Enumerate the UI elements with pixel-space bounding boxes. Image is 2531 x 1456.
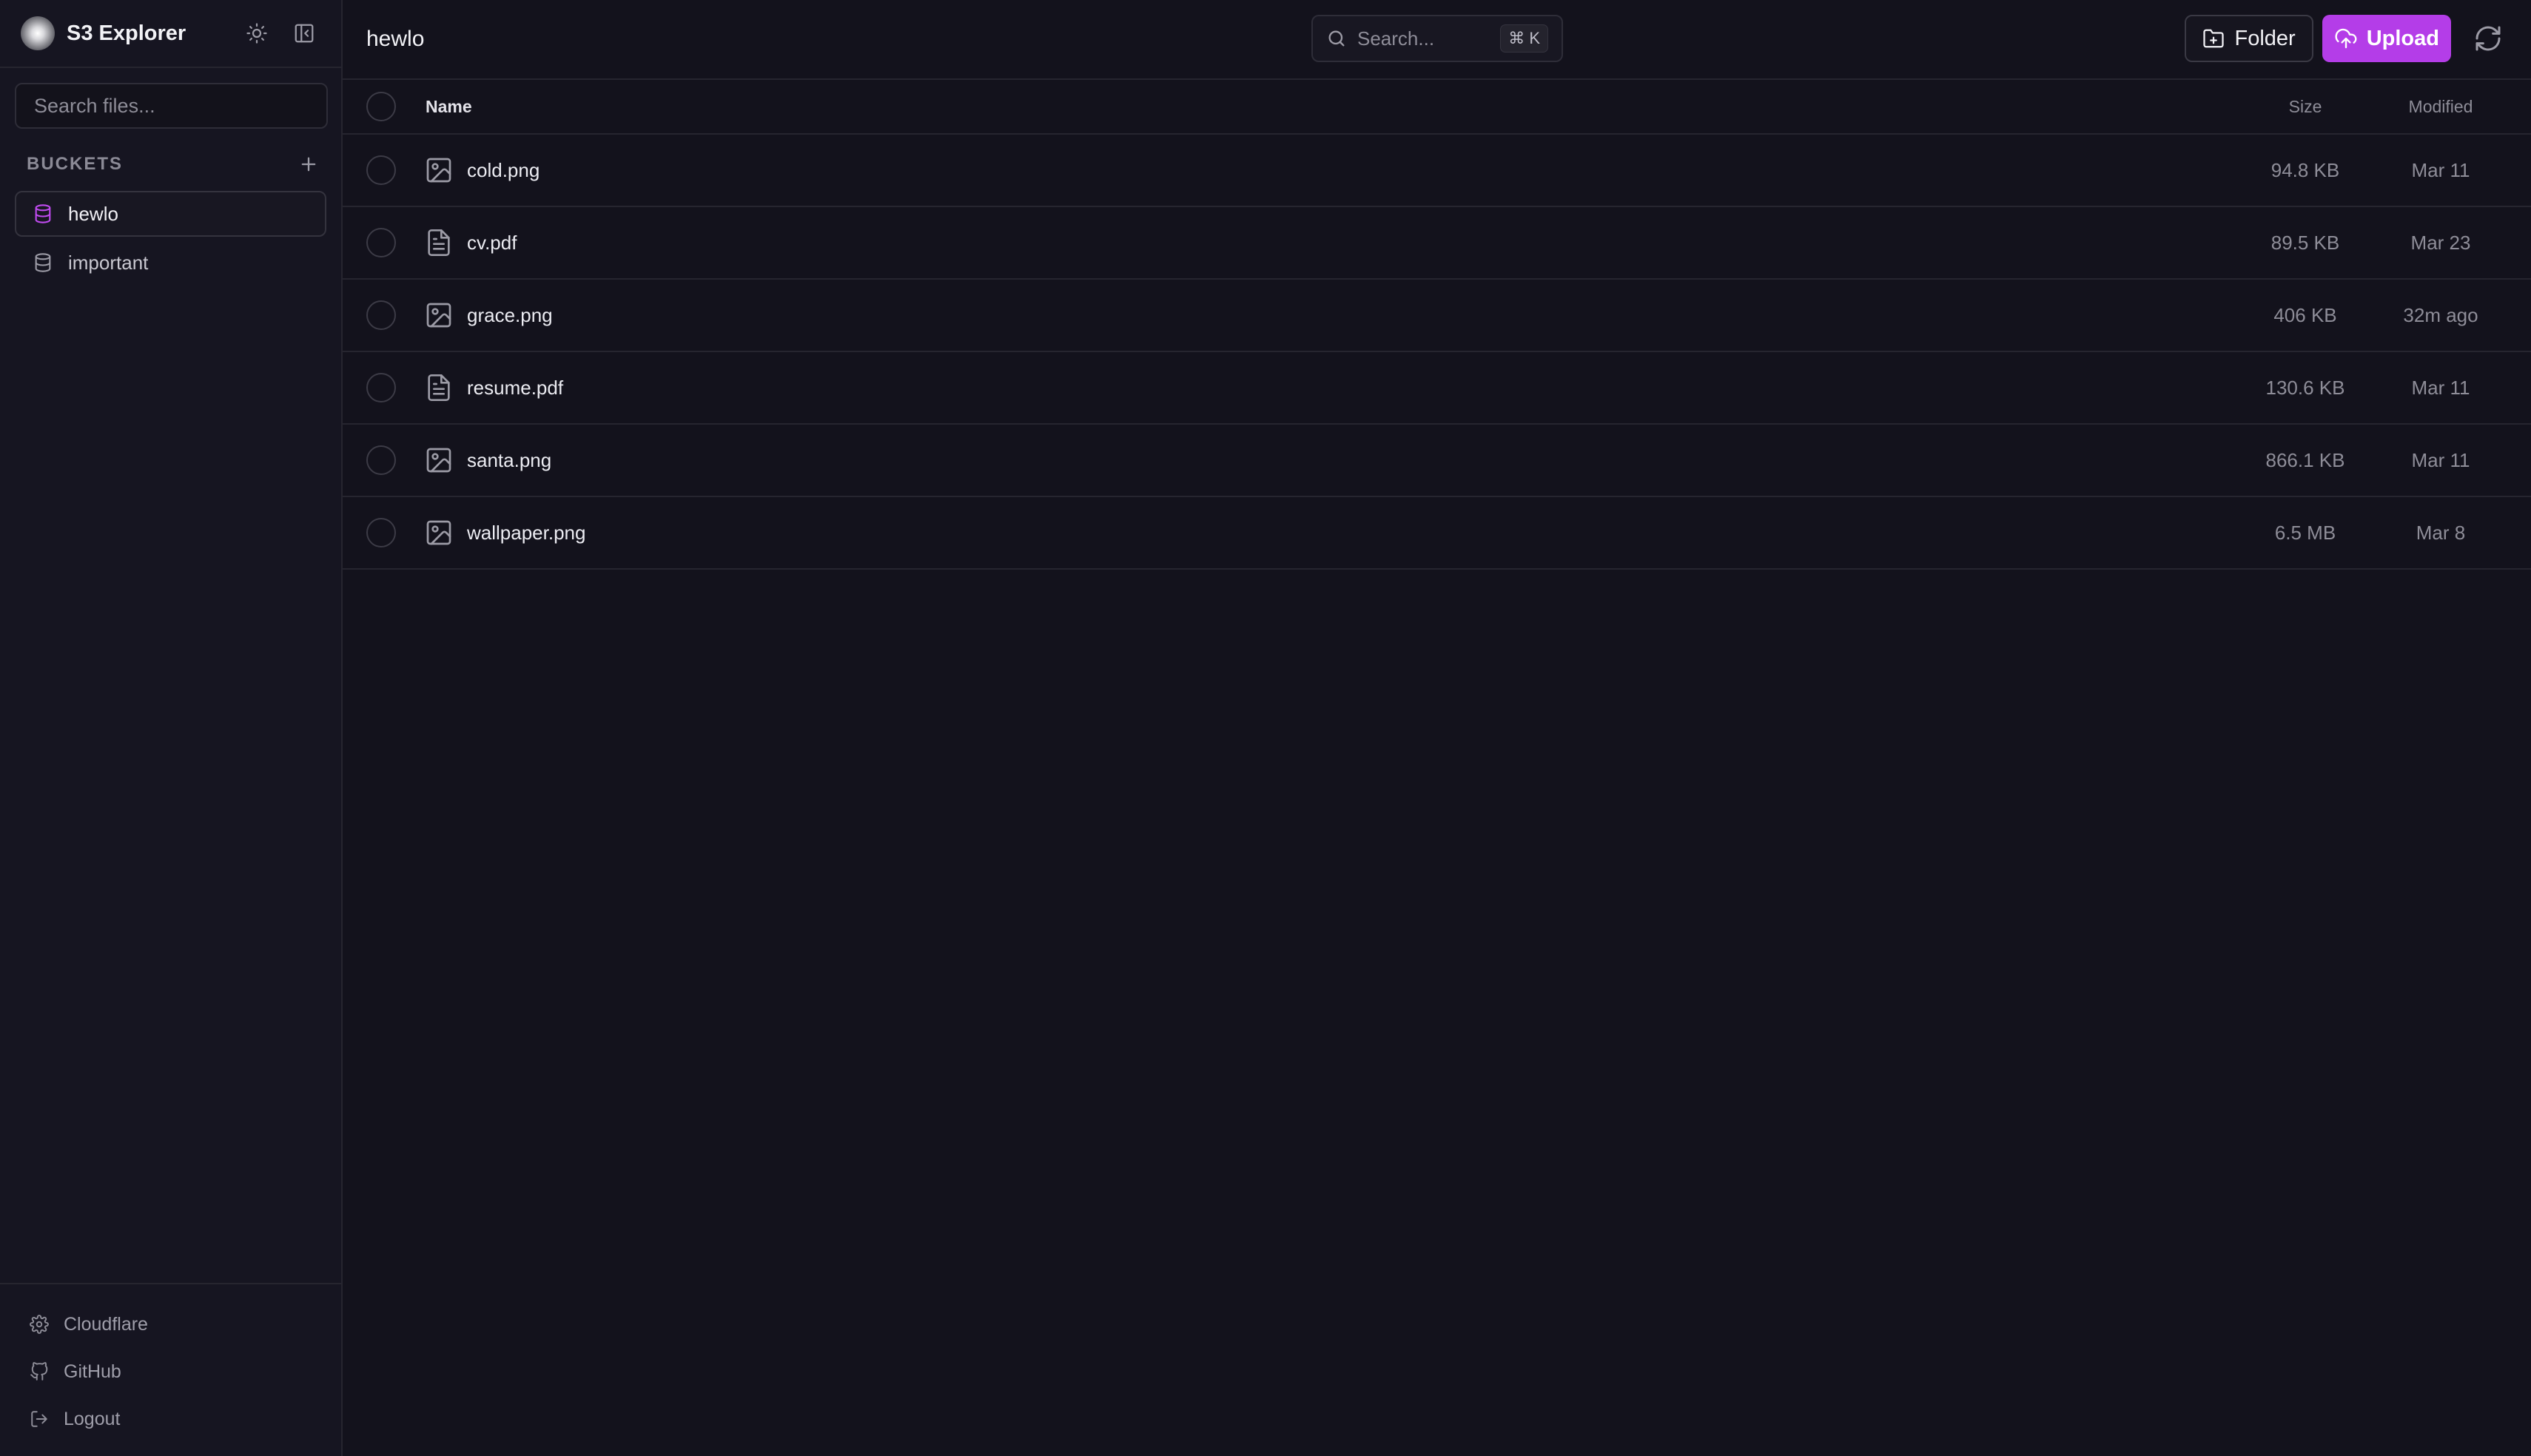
- gear-icon: [30, 1315, 49, 1334]
- file-modified: Mar 23: [2410, 231, 2471, 254]
- file-name[interactable]: cv.pdf: [467, 232, 517, 255]
- image-file-icon: [426, 303, 451, 328]
- search-placeholder: Search...: [1357, 27, 1435, 50]
- file-name[interactable]: resume.pdf: [467, 377, 563, 400]
- sidebar: S3 Explorer BUCKETS: [0, 0, 343, 1456]
- file-size: 94.8 KB: [2270, 158, 2340, 181]
- file-name[interactable]: cold.png: [467, 159, 540, 182]
- brand-header: S3 Explorer: [0, 0, 341, 68]
- document-file-icon: [428, 229, 450, 256]
- database-icon: [35, 253, 51, 272]
- theme-toggle-button[interactable]: [241, 17, 273, 50]
- table-row[interactable]: resume.pdf 130.6 KB Mar 11: [343, 352, 2531, 425]
- table-row[interactable]: grace.png 406 KB 32m ago: [343, 280, 2531, 352]
- file-modified: Mar 11: [2411, 448, 2470, 471]
- table-row[interactable]: cold.png 94.8 KB Mar 11: [343, 135, 2531, 207]
- cloud-upload-icon: [2335, 28, 2357, 49]
- file-size: 6.5 MB: [2274, 521, 2336, 544]
- app-logo: [21, 16, 55, 50]
- row-checkbox[interactable]: [366, 228, 396, 257]
- sidebar-panel-icon: [295, 24, 314, 43]
- image-file-icon: [426, 158, 451, 183]
- collapse-sidebar-button[interactable]: [288, 17, 320, 50]
- file-size: 89.5 KB: [2270, 231, 2340, 254]
- footer-link-github[interactable]: GitHub: [0, 1348, 341, 1395]
- search-files-input[interactable]: [15, 83, 328, 129]
- row-checkbox[interactable]: [366, 155, 396, 185]
- breadcrumb[interactable]: hewlo: [366, 27, 424, 52]
- github-icon: [30, 1362, 48, 1381]
- image-file-icon: [426, 448, 451, 473]
- footer-link-cloudflare[interactable]: Cloudflare: [0, 1301, 341, 1348]
- app-title: S3 Explorer: [67, 21, 186, 45]
- table-row[interactable]: santa.png 866.1 KB Mar 11: [343, 425, 2531, 497]
- file-modified: 32m ago: [2403, 303, 2478, 326]
- file-size: 866.1 KB: [2265, 448, 2345, 471]
- bucket-label: important: [68, 251, 149, 274]
- table-row[interactable]: wallpaper.png 6.5 MB Mar 8: [343, 497, 2531, 570]
- image-file-icon: [426, 520, 451, 545]
- file-table-header: Name Size Modified: [343, 80, 2531, 135]
- row-checkbox[interactable]: [366, 445, 396, 475]
- column-header-modified[interactable]: Modified: [2374, 97, 2507, 117]
- footer-link-label: GitHub: [64, 1361, 121, 1382]
- search-input[interactable]: Search... ⌘ K: [1311, 15, 1563, 62]
- refresh-button[interactable]: [2466, 16, 2510, 61]
- folder-plus-icon: [2202, 29, 2224, 48]
- sun-icon: [246, 23, 267, 44]
- file-size: 130.6 KB: [2265, 376, 2345, 399]
- file-modified: Mar 11: [2411, 158, 2470, 181]
- row-checkbox[interactable]: [366, 300, 396, 330]
- footer-link-label: Cloudflare: [64, 1313, 148, 1335]
- sidebar-search: [0, 68, 341, 129]
- logout-icon: [31, 1411, 47, 1427]
- sidebar-footer: Cloudflare GitHub Logout: [0, 1283, 341, 1456]
- select-all-checkbox[interactable]: [366, 92, 396, 121]
- upload-button[interactable]: Upload: [2322, 15, 2451, 62]
- main-content: hewlo Search... ⌘ K Folder Upload Name S…: [343, 0, 2531, 1456]
- file-name[interactable]: wallpaper.png: [467, 522, 585, 545]
- row-checkbox[interactable]: [366, 373, 396, 402]
- database-icon: [35, 204, 51, 223]
- column-header-size[interactable]: Size: [2241, 97, 2370, 117]
- footer-link-label: Logout: [64, 1408, 121, 1429]
- add-bucket-button[interactable]: [294, 149, 323, 179]
- top-actions: Folder Upload: [2184, 15, 2510, 62]
- refresh-icon: [2475, 26, 2501, 51]
- file-name[interactable]: santa.png: [467, 449, 551, 472]
- new-folder-label: Folder: [2234, 26, 2296, 50]
- table-row[interactable]: cv.pdf 89.5 KB Mar 23: [343, 207, 2531, 280]
- app-root: S3 Explorer BUCKETS: [0, 0, 2531, 1456]
- keyboard-shortcut-badge: ⌘ K: [1500, 24, 1548, 53]
- bucket-list: hewlo important: [0, 191, 341, 289]
- file-table-body: cold.png 94.8 KB Mar 11 cv.pdf 89.5 KB M…: [343, 135, 2531, 570]
- upload-label: Upload: [2366, 26, 2439, 50]
- buckets-label: BUCKETS: [27, 154, 124, 174]
- bucket-item-hewlo[interactable]: hewlo: [15, 191, 326, 237]
- document-file-icon: [428, 374, 450, 401]
- footer-link-logout[interactable]: Logout: [0, 1395, 341, 1443]
- row-checkbox[interactable]: [366, 518, 396, 547]
- file-name[interactable]: grace.png: [467, 304, 553, 327]
- plus-icon: [301, 157, 316, 172]
- file-modified: Mar 11: [2411, 376, 2470, 399]
- bucket-label: hewlo: [68, 202, 118, 225]
- file-modified: Mar 8: [2416, 521, 2466, 544]
- new-folder-button[interactable]: Folder: [2184, 15, 2313, 62]
- column-header-name[interactable]: Name: [426, 97, 472, 117]
- bucket-item-important[interactable]: important: [15, 240, 326, 286]
- top-bar: hewlo Search... ⌘ K Folder Upload: [343, 0, 2531, 80]
- search-icon: [1328, 30, 1345, 47]
- buckets-header: BUCKETS: [0, 149, 341, 179]
- file-size: 406 KB: [2273, 303, 2337, 326]
